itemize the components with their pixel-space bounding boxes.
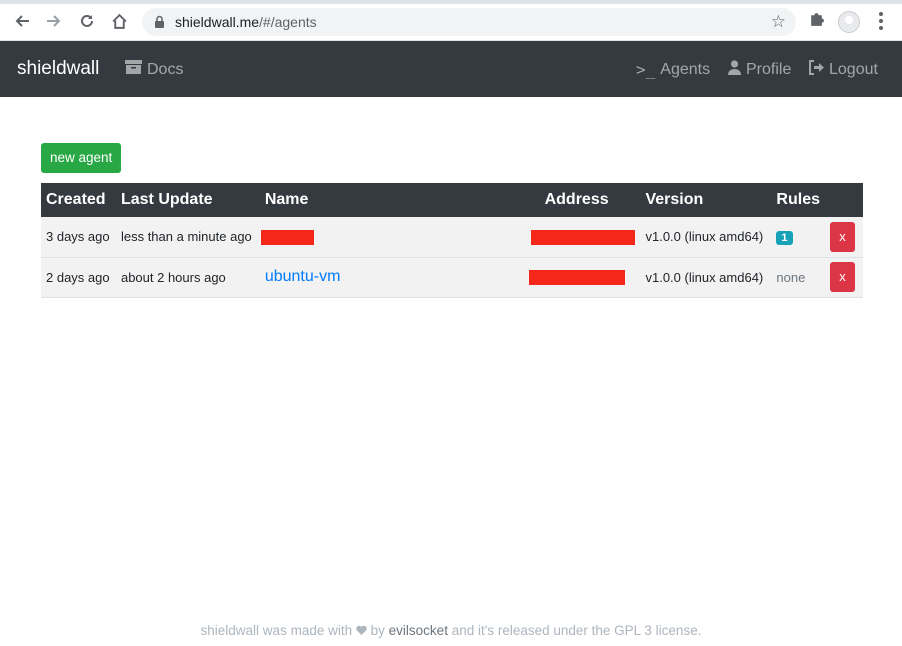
nav-logout[interactable]: Logout — [808, 60, 878, 80]
archive-icon — [125, 60, 142, 79]
url-host: shieldwall.me — [175, 14, 260, 30]
redacted-name — [260, 229, 314, 245]
footer-text-before: shieldwall was made with — [200, 623, 353, 638]
cell-address — [528, 257, 641, 297]
footer-text-after: and it's released under the GPL 3 licens… — [451, 623, 702, 638]
cell-version: v1.0.0 (linux amd64) — [645, 229, 764, 245]
table-row: 3 days ago less than a minute ago v1.0.0… — [41, 217, 863, 257]
user-icon — [728, 60, 741, 80]
cell-last-update: about 2 hours ago — [120, 269, 226, 285]
cell-actions: x — [825, 257, 863, 297]
rules-none: none — [776, 269, 806, 285]
header-rules: Rules — [776, 191, 820, 208]
address-bar[interactable]: shieldwall.me/#/agents ☆ — [142, 8, 796, 36]
back-icon[interactable] — [11, 10, 33, 32]
rules-count-badge[interactable]: 1 — [776, 230, 793, 245]
footer-author-link[interactable]: evilsocket — [389, 623, 448, 638]
agents-table: Created Last Update Name Address Version… — [41, 183, 863, 298]
heart-icon — [356, 623, 371, 638]
bookmark-star-icon[interactable]: ☆ — [771, 12, 786, 32]
url-text[interactable]: shieldwall.me/#/agents — [175, 14, 317, 30]
header-version: Version — [645, 191, 704, 208]
home-icon[interactable] — [108, 10, 130, 32]
profile-avatar[interactable] — [838, 11, 860, 33]
delete-agent-button[interactable]: x — [830, 262, 855, 292]
cell-version: v1.0.0 (linux amd64) — [645, 269, 764, 285]
tab-strip — [0, 0, 902, 4]
header-name: Name — [264, 191, 309, 208]
nav-agents-label: Agents — [660, 60, 711, 78]
forward-icon[interactable] — [43, 10, 65, 32]
cell-rules: none — [771, 257, 825, 297]
delete-agent-button[interactable]: x — [830, 221, 855, 252]
terminal-icon: >_ — [636, 60, 656, 79]
page-footer: shieldwall was made with by evilsocket a… — [0, 623, 902, 638]
menu-kebab-icon[interactable] — [878, 12, 884, 30]
new-agent-button[interactable]: new agent — [41, 143, 122, 173]
redacted-address — [528, 270, 625, 286]
cell-address — [530, 217, 641, 257]
nav-profile-label: Profile — [746, 61, 792, 78]
header-last-update: Last Update — [120, 191, 213, 208]
table-header-row: Created Last Update Name Address Version… — [41, 183, 863, 217]
reload-icon[interactable] — [76, 10, 98, 32]
cell-created: 2 days ago — [46, 269, 110, 285]
header-address: Address — [544, 191, 609, 208]
sign-out-icon — [808, 60, 824, 80]
brand-logo[interactable]: shieldwall — [17, 58, 99, 80]
cell-created: 3 days ago — [46, 229, 110, 245]
footer-by: by — [370, 623, 385, 638]
cell-name: ubuntu-vm — [260, 257, 540, 297]
url-path: /#/agents — [259, 14, 317, 30]
extensions-puzzle-icon[interactable] — [808, 11, 825, 33]
lock-icon — [154, 15, 165, 34]
app-navbar: shieldwall Docs >_ Agents Profile Logout — [0, 41, 902, 97]
nav-docs-label: Docs — [147, 60, 184, 78]
nav-profile[interactable]: Profile — [728, 60, 791, 80]
agent-name-link[interactable]: ubuntu-vm — [265, 268, 341, 285]
header-actions — [825, 183, 863, 217]
cell-last-update: less than a minute ago — [120, 229, 252, 245]
table-row: 2 days ago about 2 hours ago ubuntu-vm v… — [41, 257, 863, 297]
cell-rules: 1 — [771, 217, 825, 257]
browser-toolbar: shieldwall.me/#/agents ☆ — [0, 0, 902, 41]
redacted-address — [530, 229, 635, 245]
nav-agents[interactable]: >_ Agents — [636, 60, 710, 79]
nav-logout-label: Logout — [829, 61, 878, 78]
cell-name — [260, 217, 540, 257]
nav-docs[interactable]: Docs — [125, 60, 183, 79]
cell-actions: x — [825, 217, 863, 257]
header-created: Created — [46, 191, 106, 208]
